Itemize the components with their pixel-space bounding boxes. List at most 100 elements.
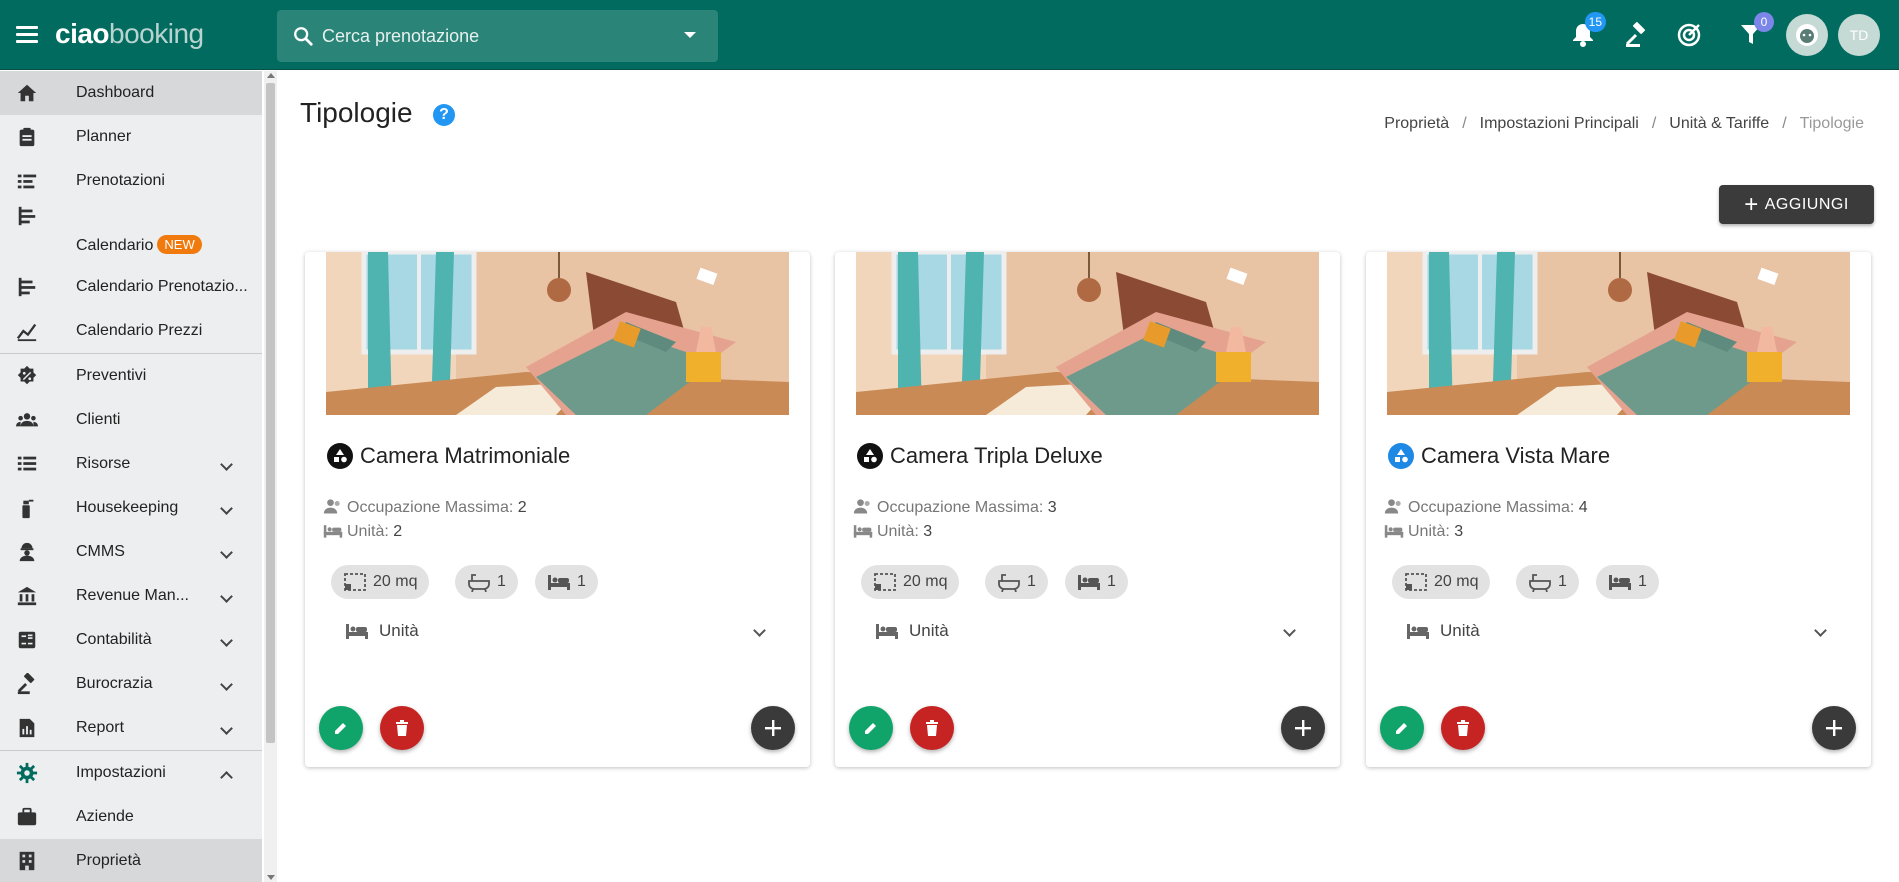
scroll-down-icon[interactable] xyxy=(267,875,275,880)
user-avatar[interactable]: TD xyxy=(1838,14,1880,56)
edit-button[interactable] xyxy=(849,706,893,750)
people-icon xyxy=(16,413,38,427)
units-expander[interactable]: Unità xyxy=(345,621,766,641)
search-box[interactable] xyxy=(277,10,718,62)
menu-icon[interactable] xyxy=(16,26,38,44)
room-image xyxy=(856,252,1319,415)
sidebar-scrollbar[interactable] xyxy=(264,71,277,882)
list-icon xyxy=(17,456,37,471)
sidebar-item-clienti[interactable]: Clienti xyxy=(0,398,262,442)
support-avatar[interactable] xyxy=(1786,14,1828,56)
room-type-card: Camera Vista Mare Occupazione Massima: 4… xyxy=(1366,252,1871,767)
app-logo[interactable]: ciaobooking xyxy=(55,18,204,50)
bed-icon xyxy=(876,624,898,639)
add-unit-button[interactable] xyxy=(1812,706,1856,750)
sidebar-item-calendario[interactable]: Calendario NEW xyxy=(0,203,262,265)
size-chip: 20 mq xyxy=(1392,565,1491,599)
scrollbar-thumb[interactable] xyxy=(266,83,275,743)
unit-count: Unità: 2 xyxy=(323,523,402,541)
sidebar-item-dashboard[interactable]: Dashboard xyxy=(0,71,262,115)
add-unit-button[interactable] xyxy=(751,706,795,750)
room-type-icon xyxy=(857,443,883,469)
trash-icon xyxy=(396,720,408,736)
plus-icon xyxy=(1826,720,1842,736)
room-type-title: Camera Vista Mare xyxy=(1421,443,1611,468)
gavel-button[interactable] xyxy=(1622,20,1652,50)
pencil-icon xyxy=(1396,723,1407,734)
notifications-badge: 15 xyxy=(1584,12,1606,32)
people-icon xyxy=(1384,499,1401,514)
worker-icon xyxy=(19,542,35,562)
bathrooms-chip: 1 xyxy=(1516,565,1579,599)
notifications-button[interactable]: 15 xyxy=(1568,12,1606,50)
size-chip: 20 mq xyxy=(331,565,430,599)
breadcrumb-item[interactable]: Unità & Tariffe xyxy=(1669,115,1769,133)
bathrooms-chip: 1 xyxy=(985,565,1048,599)
sidebar-item-revenue[interactable]: Revenue Man... xyxy=(0,574,262,618)
bed-icon xyxy=(1078,575,1100,590)
delete-button[interactable] xyxy=(910,706,954,750)
filter-badge: 0 xyxy=(1754,12,1774,32)
add-button[interactable]: + AGGIUNGI xyxy=(1719,185,1874,224)
people-icon xyxy=(323,499,340,514)
sidebar-item-proprieta[interactable]: Proprietà xyxy=(0,839,262,882)
sidebar-item-planner[interactable]: Planner xyxy=(0,115,262,159)
sidebar-item-impostazioni[interactable]: Impostazioni xyxy=(0,751,262,795)
sidebar-item-calendario-prenotazioni[interactable]: Calendario Prenotazio... xyxy=(0,265,262,309)
page-title: Tipologie xyxy=(300,97,413,128)
delete-button[interactable] xyxy=(1441,706,1485,750)
bathtub-icon xyxy=(1529,574,1551,592)
pencil-icon xyxy=(335,723,346,734)
chevron-up-icon xyxy=(220,771,233,784)
room-image xyxy=(1387,252,1850,415)
plus-icon xyxy=(1295,720,1311,736)
bed-icon xyxy=(323,525,343,538)
edit-button[interactable] xyxy=(1380,706,1424,750)
search-icon xyxy=(294,27,313,46)
room-image xyxy=(326,252,789,415)
list-icon xyxy=(17,174,37,189)
breadcrumb: Proprietà / Impostazioni Principali / Unit… xyxy=(1384,115,1864,133)
calculator-icon xyxy=(18,631,36,649)
room-type-icon xyxy=(1388,443,1414,469)
sidebar-item-contabilita[interactable]: Contabilità xyxy=(0,618,262,662)
target-button[interactable] xyxy=(1674,20,1704,50)
scroll-up-icon[interactable] xyxy=(267,73,275,78)
top-app-bar: ciaobooking 15 0 TD xyxy=(0,0,1899,70)
room-type-card: Camera Matrimoniale Occupazione Massima:… xyxy=(305,252,810,767)
chevron-down-icon[interactable] xyxy=(684,32,696,38)
plus-icon: + xyxy=(1744,190,1759,218)
beds-chip: 1 xyxy=(1596,565,1659,599)
sidebar-item-report[interactable]: Report xyxy=(0,706,262,750)
trash-icon xyxy=(926,720,938,736)
sidebar-item-risorse[interactable]: Risorse xyxy=(0,442,262,486)
target-icon xyxy=(1677,23,1701,47)
gavel-icon xyxy=(1625,22,1645,47)
sidebar-item-burocrazia[interactable]: Burocrazia xyxy=(0,662,262,706)
filter-button[interactable]: 0 xyxy=(1736,12,1774,50)
sidebar-item-aziende[interactable]: Aziende xyxy=(0,795,262,839)
bed-icon xyxy=(1407,624,1429,639)
sidebar-item-calendario-prezzi[interactable]: Calendario Prezzi xyxy=(0,309,262,353)
room-type-title: Camera Tripla Deluxe xyxy=(890,443,1103,468)
breadcrumb-current: Tipologie xyxy=(1799,115,1864,132)
home-icon xyxy=(17,84,37,102)
sidebar-item-cmms[interactable]: CMMS xyxy=(0,530,262,574)
search-input[interactable] xyxy=(322,25,662,47)
sidebar-item-prenotazioni[interactable]: Prenotazioni xyxy=(0,159,262,203)
breadcrumb-item[interactable]: Proprietà xyxy=(1384,115,1449,133)
sidebar-item-housekeeping[interactable]: Housekeeping xyxy=(0,486,262,530)
units-expander[interactable]: Unità xyxy=(1406,621,1827,641)
units-expander[interactable]: Unità xyxy=(875,621,1296,641)
add-unit-button[interactable] xyxy=(1281,706,1325,750)
help-icon[interactable]: ? xyxy=(433,104,455,126)
edit-button[interactable] xyxy=(319,706,363,750)
breadcrumb-item[interactable]: Impostazioni Principali xyxy=(1480,115,1639,133)
bed-icon xyxy=(1384,525,1404,538)
sidebar-item-preventivi[interactable]: Preventivi xyxy=(0,354,262,398)
chevron-down-icon xyxy=(753,624,766,637)
gear-icon xyxy=(16,762,38,784)
chevron-down-icon xyxy=(220,458,233,471)
max-occupancy: Occupazione Massima: 4 xyxy=(1384,497,1588,517)
delete-button[interactable] xyxy=(380,706,424,750)
